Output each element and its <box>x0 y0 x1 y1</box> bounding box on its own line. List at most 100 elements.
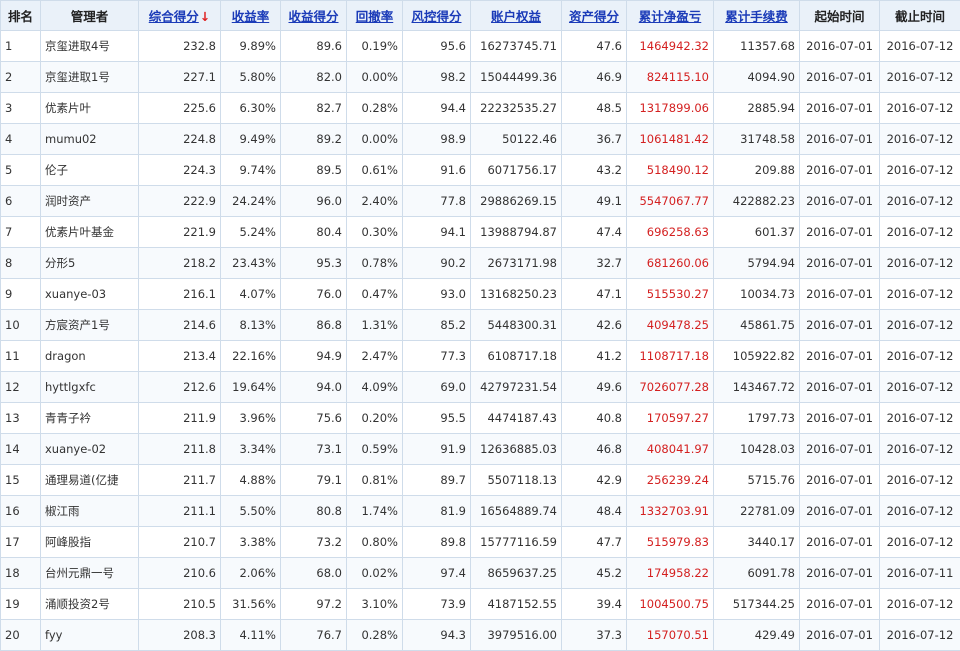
sort-asset-score-link[interactable]: 资产得分 <box>569 9 619 24</box>
end-time-cell: 2016-07-12 <box>880 310 960 341</box>
manager-name-cell[interactable]: 通理易道(亿捷 <box>41 465 139 496</box>
manager-name-cell[interactable]: 润时资产 <box>41 186 139 217</box>
start-time-cell: 2016-07-01 <box>800 217 880 248</box>
equity-cell: 8659637.25 <box>471 558 562 589</box>
asset-score-cell: 36.7 <box>562 124 627 155</box>
start-time-cell: 2016-07-01 <box>800 31 880 62</box>
end-time-cell: 2016-07-12 <box>880 124 960 155</box>
rank-cell: 7 <box>1 217 41 248</box>
start-time-cell: 2016-07-01 <box>800 558 880 589</box>
asset-score-cell: 37.3 <box>562 620 627 651</box>
start-time-cell: 2016-07-01 <box>800 341 880 372</box>
rank-cell: 12 <box>1 372 41 403</box>
net-profit-cell: 515530.27 <box>627 279 714 310</box>
asset-score-cell: 49.6 <box>562 372 627 403</box>
manager-name-cell[interactable]: fyy <box>41 620 139 651</box>
start-time-cell: 2016-07-01 <box>800 310 880 341</box>
manager-name-cell[interactable]: 椒江雨 <box>41 496 139 527</box>
return-rate-cell: 3.34% <box>221 434 281 465</box>
net-profit-cell: 157070.51 <box>627 620 714 651</box>
drawdown-cell: 0.61% <box>347 155 403 186</box>
manager-name-cell[interactable]: 京玺进取1号 <box>41 62 139 93</box>
sort-equity-link[interactable]: 账户权益 <box>491 9 541 24</box>
fees-cell: 22781.09 <box>714 496 800 527</box>
start-time-cell: 2016-07-01 <box>800 186 880 217</box>
sort-drawdown-link[interactable]: 回撤率 <box>356 9 394 24</box>
overall-score-cell: 224.3 <box>139 155 221 186</box>
net-profit-cell: 409478.25 <box>627 310 714 341</box>
table-row: 7优素片叶基金221.95.24%80.40.30%94.113988794.8… <box>1 217 960 248</box>
header-return-rate: 收益率 <box>221 1 281 31</box>
end-time-cell: 2016-07-12 <box>880 496 960 527</box>
manager-name-cell[interactable]: 优素片叶基金 <box>41 217 139 248</box>
overall-score-cell: 210.5 <box>139 589 221 620</box>
rank-cell: 19 <box>1 589 41 620</box>
manager-name-cell[interactable]: 台州元鼎一号 <box>41 558 139 589</box>
fees-cell: 2885.94 <box>714 93 800 124</box>
asset-score-cell: 40.8 <box>562 403 627 434</box>
manager-name-cell[interactable]: 青青子衿 <box>41 403 139 434</box>
return-score-cell: 95.3 <box>281 248 347 279</box>
net-profit-cell: 1332703.91 <box>627 496 714 527</box>
risk-score-cell: 94.4 <box>403 93 471 124</box>
manager-name-cell[interactable]: 阿峰股指 <box>41 527 139 558</box>
overall-score-cell: 214.6 <box>139 310 221 341</box>
drawdown-cell: 1.31% <box>347 310 403 341</box>
manager-name-cell[interactable]: 方宸资产1号 <box>41 310 139 341</box>
manager-name-cell[interactable]: xuanye-03 <box>41 279 139 310</box>
manager-name-cell[interactable]: mumu02 <box>41 124 139 155</box>
manager-name-cell[interactable]: 分形5 <box>41 248 139 279</box>
return-score-cell: 94.0 <box>281 372 347 403</box>
asset-score-cell: 46.8 <box>562 434 627 465</box>
fees-cell: 601.37 <box>714 217 800 248</box>
header-return-score: 收益得分 <box>281 1 347 31</box>
net-profit-cell: 515979.83 <box>627 527 714 558</box>
sort-return-score-link[interactable]: 收益得分 <box>288 9 338 24</box>
start-time-cell: 2016-07-01 <box>800 279 880 310</box>
header-rank: 排名 <box>1 1 41 31</box>
end-time-cell: 2016-07-12 <box>880 589 960 620</box>
fees-cell: 31748.58 <box>714 124 800 155</box>
manager-name-cell[interactable]: 涌顺投资2号 <box>41 589 139 620</box>
return-score-cell: 96.0 <box>281 186 347 217</box>
rank-cell: 9 <box>1 279 41 310</box>
rank-cell: 20 <box>1 620 41 651</box>
overall-score-cell: 213.4 <box>139 341 221 372</box>
manager-name-cell[interactable]: hyttlgxfc <box>41 372 139 403</box>
drawdown-cell: 0.30% <box>347 217 403 248</box>
return-score-cell: 68.0 <box>281 558 347 589</box>
rank-cell: 17 <box>1 527 41 558</box>
start-time-cell: 2016-07-01 <box>800 124 880 155</box>
manager-name-cell[interactable]: 伦子 <box>41 155 139 186</box>
fees-cell: 517344.25 <box>714 589 800 620</box>
fees-cell: 1797.73 <box>714 403 800 434</box>
header-manager: 管理者 <box>41 1 139 31</box>
equity-cell: 13168250.23 <box>471 279 562 310</box>
manager-name-cell[interactable]: xuanye-02 <box>41 434 139 465</box>
sort-risk-score-link[interactable]: 风控得分 <box>411 9 461 24</box>
return-score-cell: 82.0 <box>281 62 347 93</box>
asset-score-cell: 48.4 <box>562 496 627 527</box>
sort-overall-link[interactable]: 综合得分 <box>149 9 199 24</box>
sort-fees-link[interactable]: 累计手续费 <box>725 9 788 24</box>
risk-score-cell: 91.6 <box>403 155 471 186</box>
drawdown-cell: 0.00% <box>347 62 403 93</box>
sort-net-profit-link[interactable]: 累计净盈亏 <box>639 9 702 24</box>
manager-name-cell[interactable]: 京玺进取4号 <box>41 31 139 62</box>
manager-name-cell[interactable]: dragon <box>41 341 139 372</box>
end-time-cell: 2016-07-11 <box>880 558 960 589</box>
overall-score-cell: 211.1 <box>139 496 221 527</box>
sort-return-rate-link[interactable]: 收益率 <box>232 9 270 24</box>
manager-name-cell[interactable]: 优素片叶 <box>41 93 139 124</box>
fees-cell: 143467.72 <box>714 372 800 403</box>
return-score-cell: 89.2 <box>281 124 347 155</box>
asset-score-cell: 32.7 <box>562 248 627 279</box>
asset-score-cell: 48.5 <box>562 93 627 124</box>
equity-cell: 15044499.36 <box>471 62 562 93</box>
table-row: 20fyy208.34.11%76.70.28%94.33979516.0037… <box>1 620 960 651</box>
risk-score-cell: 85.2 <box>403 310 471 341</box>
end-time-cell: 2016-07-12 <box>880 434 960 465</box>
return-score-cell: 89.6 <box>281 31 347 62</box>
risk-score-cell: 81.9 <box>403 496 471 527</box>
return-score-cell: 80.8 <box>281 496 347 527</box>
